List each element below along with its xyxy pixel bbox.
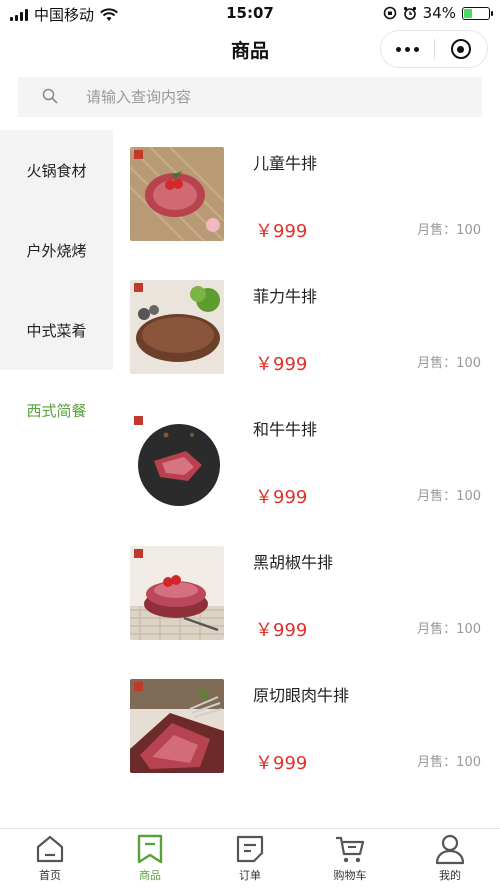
alarm-icon	[403, 6, 416, 20]
tab-bar: 首页 商品 订单 购物车 我的	[0, 828, 500, 888]
product-price: ￥999	[255, 753, 308, 774]
product-image	[130, 413, 224, 507]
battery-percent: 34%	[422, 4, 456, 22]
product-name: 菲力牛排	[253, 287, 318, 306]
search-icon	[42, 88, 58, 104]
tab-cart[interactable]: 购物车	[300, 829, 400, 888]
product-item[interactable]: 和牛牛排 ￥999 月售：100	[113, 396, 500, 529]
order-icon	[236, 835, 264, 863]
tab-profile[interactable]: 我的	[400, 829, 500, 888]
status-bar: 中国移动 15:07 34%	[0, 0, 500, 26]
tab-home[interactable]: 首页	[0, 829, 100, 888]
home-icon	[36, 835, 64, 863]
product-price: ￥999	[255, 620, 308, 641]
product-name: 黑胡椒牛排	[253, 553, 334, 572]
lock-rotation-icon	[383, 6, 396, 20]
product-item[interactable]: 菲力牛排 ￥999 月售：100	[113, 263, 500, 396]
product-sales: 月售：100	[417, 622, 481, 637]
close-icon	[450, 39, 471, 59]
product-sales: 月售：100	[417, 755, 481, 770]
tab-label: 商品	[139, 869, 161, 882]
product-item[interactable]: 黑胡椒牛排 ￥999 月售：100	[113, 529, 500, 662]
category-label: 火锅食材	[26, 161, 87, 180]
tab-products[interactable]: 商品	[100, 829, 200, 888]
product-price: ￥999	[255, 221, 308, 242]
category-sidebar: 火锅食材 户外烧烤 中式菜肴 西式简餐	[0, 130, 113, 450]
tab-orders[interactable]: 订单	[200, 829, 300, 888]
product-name: 儿童牛排	[253, 154, 318, 173]
product-image	[130, 147, 224, 241]
status-right: 34%	[383, 4, 493, 22]
user-icon	[435, 834, 465, 865]
category-label: 户外烧烤	[26, 241, 87, 260]
product-name: 和牛牛排	[253, 420, 318, 439]
category-item-hotpot[interactable]: 火锅食材	[0, 130, 113, 210]
product-name: 原切眼肉牛排	[253, 686, 350, 705]
tab-label: 我的	[439, 869, 461, 882]
product-image	[130, 280, 224, 374]
category-item-western[interactable]: 西式简餐	[0, 370, 113, 450]
more-button[interactable]	[381, 46, 434, 52]
battery-icon	[462, 6, 493, 20]
nav-bar: 商品	[0, 26, 500, 72]
close-button[interactable]	[435, 39, 487, 59]
tab-label: 首页	[39, 869, 61, 882]
product-sales: 月售：100	[417, 489, 481, 504]
category-item-chinese[interactable]: 中式菜肴	[0, 290, 113, 370]
product-price: ￥999	[255, 487, 308, 508]
cart-icon	[336, 836, 365, 863]
category-label: 中式菜肴	[26, 321, 87, 340]
product-sales: 月售：100	[417, 356, 481, 371]
product-image	[130, 546, 224, 640]
product-list: 儿童牛排 ￥999 月售：100 菲力牛排 ￥999 月售：100 和牛牛排 ￥…	[113, 130, 500, 795]
search-bar[interactable]	[18, 77, 482, 117]
tab-label: 购物车	[333, 869, 367, 882]
search-input[interactable]	[86, 77, 466, 117]
product-item[interactable]: 儿童牛排 ￥999 月售：100	[113, 130, 500, 263]
product-price: ￥999	[255, 354, 308, 375]
mini-program-capsule	[380, 30, 488, 68]
product-item[interactable]: 原切眼肉牛排 ￥999 月售：100	[113, 662, 500, 795]
tab-label: 订单	[239, 869, 261, 882]
category-item-bbq[interactable]: 户外烧烤	[0, 210, 113, 290]
product-sales: 月售：100	[417, 223, 481, 238]
product-image	[130, 679, 224, 773]
category-label: 西式简餐	[26, 401, 87, 420]
bookmark-icon	[137, 834, 163, 864]
